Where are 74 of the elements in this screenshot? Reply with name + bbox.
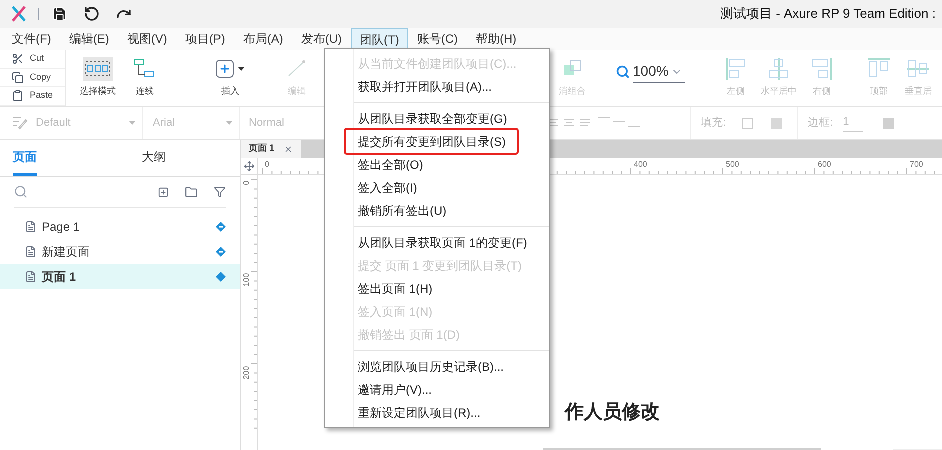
style-icon xyxy=(12,116,28,130)
menu-bar-item[interactable]: 项目(P) xyxy=(176,28,234,50)
fill-label: 填充: xyxy=(701,116,726,131)
clipboard-button[interactable]: Paste xyxy=(0,87,65,106)
panel-tab[interactable]: 页面 xyxy=(13,140,37,176)
page-item[interactable]: Page 1 xyxy=(0,214,240,239)
ruler-label: 400 xyxy=(634,159,648,171)
panel-tab[interactable]: 大纲 xyxy=(142,140,166,176)
ruler-label: 0 xyxy=(242,180,252,188)
menu-bar-item[interactable]: 文件(F) xyxy=(3,28,60,50)
border-label: 边框: xyxy=(808,116,834,131)
menu-bar-item[interactable]: 发布(U) xyxy=(292,28,351,50)
connector-icon xyxy=(134,59,156,80)
filter-icon[interactable] xyxy=(214,186,226,198)
canvas-tab[interactable]: 页面 1 xyxy=(241,140,301,158)
menu-bar-item[interactable]: 编辑(E) xyxy=(60,28,118,50)
menu-item[interactable]: 浏览团队项目历史记录(B)... xyxy=(354,355,549,378)
app-logo-icon xyxy=(12,6,26,22)
tool-button[interactable]: 连线 xyxy=(128,50,162,106)
undo-button[interactable] xyxy=(83,5,101,23)
clipboard-icon xyxy=(12,90,24,102)
menu-bar-item[interactable]: 视图(V) xyxy=(118,28,176,50)
shadow-swatch[interactable] xyxy=(771,118,782,128)
align-right-icon xyxy=(810,57,833,82)
menu-bar-item[interactable]: 布局(A) xyxy=(234,28,292,50)
clipboard-button[interactable]: Cut xyxy=(0,50,65,69)
menu-item[interactable]: 提交所有变更到团队目录(S) xyxy=(354,130,549,153)
menu-item[interactable]: 获取并打开团队项目(A)... xyxy=(354,75,549,98)
ruler-label: 600 xyxy=(818,159,832,171)
caret-icon xyxy=(129,121,136,125)
page-icon xyxy=(25,270,37,282)
canvas-heading: 作人员修改 xyxy=(565,401,660,425)
ruler-label: 200 xyxy=(242,365,252,382)
menu-item[interactable]: 签出全部(O) xyxy=(354,153,549,176)
ruler-label: 0 xyxy=(265,159,270,171)
caret-icon xyxy=(226,121,233,125)
page-icon xyxy=(25,246,37,258)
tool-button[interactable]: 插入 xyxy=(210,50,251,106)
menu-item[interactable]: 撤销所有签出(U) xyxy=(354,199,549,222)
menu-bar-item[interactable]: 团队(T) xyxy=(351,28,408,50)
border-color-swatch[interactable] xyxy=(883,118,894,128)
menu-item[interactable]: 邀请用户(V)... xyxy=(354,378,549,401)
close-icon[interactable] xyxy=(284,144,293,154)
page-icon xyxy=(25,220,37,232)
save-button[interactable] xyxy=(51,5,69,23)
ruler-label: 500 xyxy=(726,159,740,171)
scissors-icon xyxy=(12,52,24,65)
insert-icon xyxy=(216,60,245,78)
copy-icon xyxy=(12,72,24,84)
ruler-label: 100 xyxy=(242,272,252,289)
search-icon[interactable] xyxy=(14,185,28,199)
page-item[interactable]: 页面 1 xyxy=(0,264,240,289)
page-item[interactable]: 新建页面 xyxy=(0,239,240,264)
tool-button[interactable]: 选择模式 xyxy=(76,50,120,106)
crosshair-icon[interactable] xyxy=(244,160,254,172)
ruler-label: 700 xyxy=(910,159,924,171)
window-title: 测试项目 - Axure RP 9 Team Edition : xyxy=(720,5,936,24)
zoom-select[interactable]: 100% xyxy=(633,61,685,83)
menu-item[interactable]: 签入全部(I) xyxy=(354,176,549,199)
fill-color-swatch[interactable] xyxy=(742,118,754,128)
anchor-icon xyxy=(287,60,307,78)
menu-item[interactable]: 签出页面 1(H) xyxy=(354,277,549,300)
menu-item[interactable]: 从团队目录获取页面 1的变更(F) xyxy=(354,231,549,254)
clipboard-button[interactable]: Copy xyxy=(0,68,65,88)
add-page-icon[interactable] xyxy=(158,186,169,198)
menu-item[interactable]: 从团队目录获取全部变更(G) xyxy=(354,107,549,130)
align-left-icon xyxy=(724,57,747,82)
menu-item[interactable]: 重新设定团队项目(R)... xyxy=(354,401,549,424)
folder-icon[interactable] xyxy=(185,186,198,198)
menu-bar-item[interactable]: 账号(C) xyxy=(408,28,467,50)
align-center-icon xyxy=(766,57,791,82)
search-icon xyxy=(616,65,630,79)
menu-bar-item[interactable]: 帮助(H) xyxy=(467,28,526,50)
selection-icon xyxy=(85,61,111,78)
